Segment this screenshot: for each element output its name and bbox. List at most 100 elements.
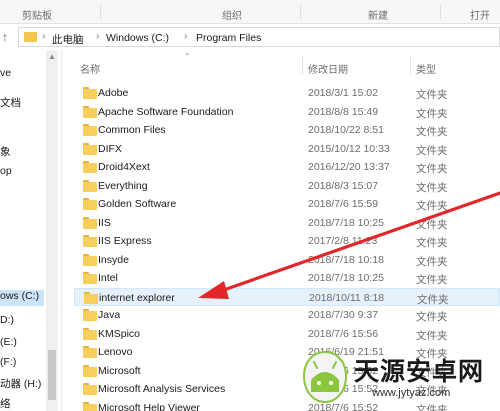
folder-icon-body (83, 385, 97, 395)
file-date: 2018/10/11 8:18 (309, 291, 385, 304)
file-name: KMSpico (98, 327, 141, 340)
up-arrow-icon[interactable]: ↑ (2, 30, 14, 44)
nav-item[interactable]: (E:) (0, 336, 17, 348)
column-divider[interactable] (302, 56, 303, 74)
file-type: 文件夹 (416, 107, 448, 120)
file-date: 2018/7/6 15:56 (308, 327, 379, 340)
file-name: Lenovo (98, 346, 133, 358)
file-date: 2018/7/18 10:25 (308, 272, 384, 284)
file-name: Everything (98, 179, 148, 192)
folder-icon-body (83, 348, 97, 358)
table-row[interactable]: Droid4Xext 2016/12/20 13:37 文件夹 (74, 158, 500, 176)
file-date: 2018/8/8 15:49 (308, 105, 379, 118)
table-row[interactable]: Insyde 2018/7/18 10:18 文件夹 (74, 251, 500, 269)
file-date: 2016/12/20 13:37 (308, 161, 390, 173)
folder-icon (83, 235, 97, 247)
nav-item[interactable]: 象 (0, 144, 11, 159)
breadcrumb-windows-c[interactable]: Windows (C:) (106, 32, 169, 44)
ribbon-divider (440, 4, 441, 20)
table-row[interactable]: Common Files 2018/10/22 8:51 文件夹 (74, 121, 500, 139)
folder-icon-body (83, 255, 97, 266)
watermark-url: www.jytyaz.com (372, 387, 451, 399)
file-name: Droid4Xext (98, 161, 150, 173)
column-divider[interactable] (410, 56, 411, 74)
nav-item[interactable]: ve (0, 67, 11, 79)
watermark-brand: 天源安卓网 (354, 358, 485, 386)
nav-item-windows-c[interactable]: ows (C:) (0, 290, 44, 306)
folder-icon (83, 327, 97, 340)
file-name: Microsoft Help Viewer (98, 401, 200, 411)
table-row[interactable]: DIFX 2015/10/12 10:33 文件夹 (74, 140, 500, 158)
breadcrumb-this-pc[interactable]: 此电脑 (52, 32, 84, 47)
folder-icon-body (83, 311, 97, 321)
nav-item[interactable]: 络 (0, 396, 11, 411)
table-row[interactable]: Golden Software 2018/7/6 15:59 文件夹 (74, 195, 500, 213)
file-type: 文件夹 (416, 126, 448, 138)
folder-icon-body (83, 274, 97, 284)
table-row[interactable]: Apache Software Foundation 2018/8/8 15:49… (74, 103, 500, 121)
column-date[interactable]: 修改日期 (308, 61, 348, 76)
ribbon-group-new: 新建 (368, 11, 388, 22)
table-row[interactable]: Adobe 2018/3/1 15:02 文件夹 (74, 84, 500, 102)
folder-icon (83, 309, 97, 321)
nav-item[interactable]: op (0, 165, 12, 177)
folder-icon-body (83, 107, 97, 118)
file-type: 文件夹 (416, 311, 448, 323)
file-name: IIS (98, 216, 111, 229)
nav-item[interactable]: D:) (0, 314, 14, 326)
folder-icon (83, 383, 97, 395)
ribbon-group-organize: 组织 (222, 11, 242, 22)
column-name[interactable]: 名称 (80, 61, 100, 76)
address-bar[interactable]: ↑ › 此电脑 › Windows (C:) › Program Files (0, 26, 500, 48)
nav-item[interactable]: 文档 (0, 95, 21, 110)
file-name: DIFX (98, 142, 122, 155)
table-row[interactable]: IIS 2018/7/18 10:25 文件夹 (74, 214, 500, 232)
folder-icon (83, 142, 97, 155)
folder-icon-body (83, 144, 97, 155)
ribbon-group-clipboard: 剪贴板 (22, 11, 52, 22)
scroll-up-icon[interactable]: ▲ (48, 52, 56, 61)
file-date: 2015/10/12 10:33 (308, 142, 390, 155)
file-name: Common Files (98, 124, 166, 136)
file-name: Apache Software Foundation (98, 105, 234, 118)
file-name: internet explorer (99, 291, 175, 304)
scrollbar-thumb[interactable] (48, 350, 56, 400)
folder-icon-body (83, 403, 97, 411)
file-type: 文件夹 (416, 329, 448, 342)
file-date: 2018/7/18 10:18 (308, 253, 384, 266)
ribbon-divider (300, 4, 301, 20)
file-date: 2018/7/6 15:59 (308, 198, 379, 210)
table-row-selected[interactable]: internet explorer 2018/10/11 8:18 文件夹 (74, 287, 500, 306)
table-row[interactable]: Java 2018/7/30 9:37 文件夹 (74, 306, 500, 324)
folder-icon (24, 32, 37, 42)
file-type: 文件夹 (416, 144, 448, 157)
column-type[interactable]: 类型 (416, 61, 436, 76)
folder-icon (83, 401, 97, 411)
file-date: 2017/2/8 11:23 (308, 235, 378, 247)
nav-scrollbar[interactable]: ▲ (46, 50, 58, 411)
folder-icon-body (83, 163, 97, 173)
chevron-right-icon[interactable]: › (184, 31, 187, 42)
nav-item[interactable]: 动器 (H:) (0, 376, 41, 391)
nav-item[interactable]: (F:) (0, 356, 16, 368)
table-row[interactable]: Everything 2018/8/3 15:07 文件夹 (74, 177, 500, 195)
folder-icon (83, 253, 97, 266)
file-name: IIS Express (98, 235, 152, 247)
table-row[interactable]: Intel 2018/7/18 10:25 文件夹 (74, 269, 500, 287)
breadcrumb-program-files[interactable]: Program Files (196, 32, 261, 44)
file-type: 文件夹 (416, 89, 448, 101)
file-type: 文件夹 (416, 237, 448, 249)
file-name: Microsoft (98, 364, 141, 377)
folder-icon-body (83, 237, 97, 247)
file-name: Golden Software (98, 198, 177, 210)
folder-icon (83, 87, 97, 99)
folder-icon (83, 364, 97, 377)
file-name: Intel (98, 272, 118, 284)
chevron-right-icon[interactable]: › (96, 31, 99, 42)
column-header: ⌃ 名称 修改日期 类型 (62, 50, 500, 76)
table-row[interactable]: KMSpico 2018/7/6 15:56 文件夹 (74, 325, 500, 343)
chevron-right-icon[interactable]: › (42, 31, 45, 42)
folder-icon-body (83, 181, 97, 192)
folder-icon-body (84, 293, 98, 304)
table-row[interactable]: IIS Express 2017/2/8 11:23 文件夹 (74, 232, 500, 250)
